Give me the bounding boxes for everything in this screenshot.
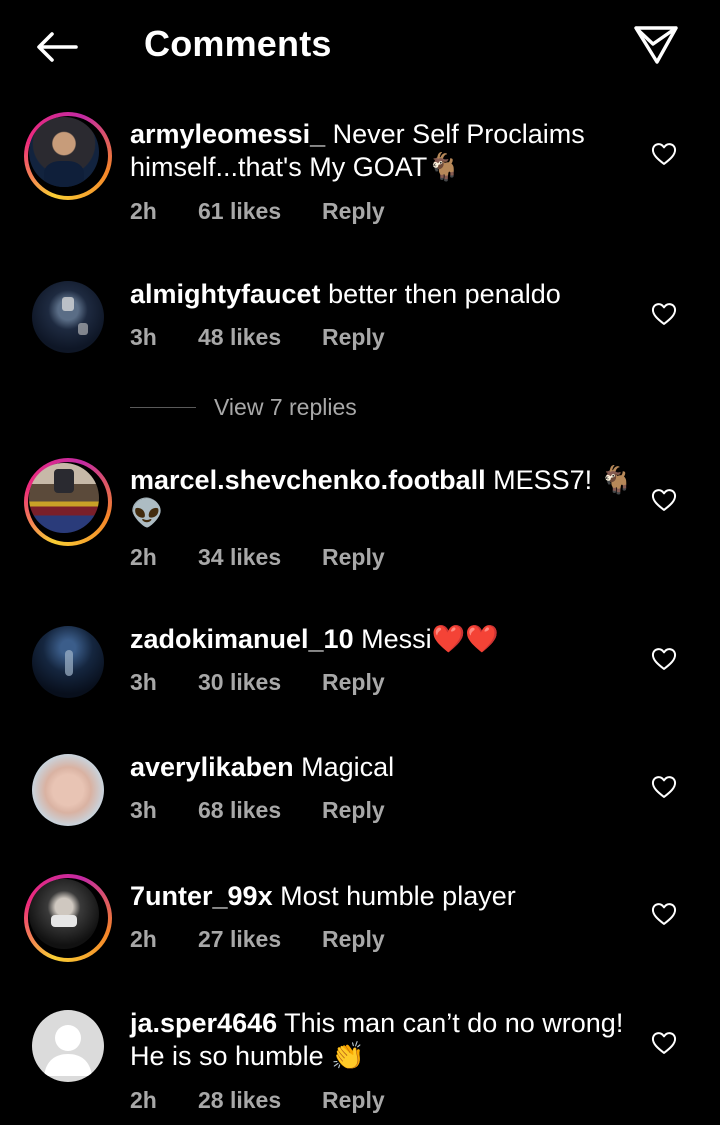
comment-time: 3h	[130, 669, 157, 695]
comment-time: 2h	[130, 544, 157, 570]
heart-icon[interactable]	[650, 900, 678, 928]
default-avatar-icon	[44, 1025, 92, 1076]
avatar[interactable]	[24, 112, 112, 200]
avatar[interactable]	[24, 458, 112, 546]
heart-icon[interactable]	[650, 300, 678, 328]
comment-meta: 2h 34 likes Reply	[130, 544, 385, 571]
comment-username[interactable]: ja.sper4646	[130, 1008, 277, 1038]
comment-time: 2h	[130, 926, 157, 952]
reply-button[interactable]: Reply	[322, 198, 385, 225]
comment-text: armyleomessi_ Never Self Proclaims himse…	[130, 118, 635, 184]
comment-likes[interactable]: 27 likes	[198, 926, 322, 953]
comment-username[interactable]: zadokimanuel_10	[130, 624, 354, 654]
comment-username[interactable]: marcel.shevchenko.football	[130, 465, 486, 495]
comment-text: almightyfaucet better then penaldo	[130, 278, 635, 311]
reply-button[interactable]: Reply	[322, 926, 385, 953]
comment-meta: 3h 48 likes Reply	[130, 324, 385, 351]
heart-icon[interactable]	[650, 1029, 678, 1057]
comment-text: 7unter_99x Most humble player	[130, 880, 635, 913]
send-icon	[634, 26, 678, 64]
avatar[interactable]	[24, 874, 112, 962]
comment-likes[interactable]: 61 likes	[198, 198, 322, 225]
comment-username[interactable]: 7unter_99x	[130, 881, 273, 911]
page-title: Comments	[144, 23, 332, 64]
share-button[interactable]	[628, 22, 684, 68]
view-replies-button[interactable]: View 7 replies	[130, 392, 357, 422]
comment-body: Most humble player	[280, 881, 516, 911]
comment-username[interactable]: averylikaben	[130, 752, 294, 782]
comment-time: 2h	[130, 198, 157, 224]
header: Comments	[0, 0, 720, 92]
comment-meta: 3h 68 likes Reply	[130, 797, 385, 824]
comment-likes[interactable]: 28 likes	[198, 1087, 322, 1114]
comment-likes[interactable]: 48 likes	[198, 324, 322, 351]
comment-body: Messi❤️❤️	[361, 624, 499, 654]
avatar[interactable]	[32, 1010, 104, 1082]
reply-button[interactable]: Reply	[322, 324, 385, 351]
reply-button[interactable]: Reply	[322, 797, 385, 824]
comment-text: ja.sper4646 This man can’t do no wrong! …	[130, 1007, 635, 1073]
comment-likes[interactable]: 30 likes	[198, 669, 322, 696]
comment-time: 2h	[130, 1087, 157, 1113]
heart-icon[interactable]	[650, 140, 678, 168]
replies-divider	[130, 406, 196, 408]
comment-text: marcel.shevchenko.football MESS7! 🐐 👽	[130, 464, 635, 530]
comment-meta: 2h 28 likes Reply	[130, 1087, 385, 1114]
avatar[interactable]	[32, 281, 104, 353]
comment-likes[interactable]: 68 likes	[198, 797, 322, 824]
avatar[interactable]	[32, 626, 104, 698]
comment-body: better then penaldo	[328, 279, 561, 309]
comment-time: 3h	[130, 324, 157, 350]
comment-username[interactable]: almightyfaucet	[130, 279, 321, 309]
comment-time: 3h	[130, 797, 157, 823]
view-replies-label: View 7 replies	[214, 393, 357, 420]
reply-button[interactable]: Reply	[322, 1087, 385, 1114]
heart-icon[interactable]	[650, 486, 678, 514]
back-button[interactable]	[28, 24, 84, 70]
heart-icon[interactable]	[650, 773, 678, 801]
avatar[interactable]	[32, 754, 104, 826]
reply-button[interactable]: Reply	[322, 544, 385, 571]
comment-likes[interactable]: 34 likes	[198, 544, 322, 571]
back-arrow-icon	[37, 32, 78, 62]
comment-meta: 3h 30 likes Reply	[130, 669, 385, 696]
comment-username[interactable]: armyleomessi_	[130, 119, 325, 149]
reply-button[interactable]: Reply	[322, 669, 385, 696]
comment-meta: 2h 27 likes Reply	[130, 926, 385, 953]
comment-text: zadokimanuel_10 Messi❤️❤️	[130, 623, 635, 656]
comment-body: Magical	[301, 752, 395, 782]
heart-icon[interactable]	[650, 645, 678, 673]
comment-meta: 2h 61 likes Reply	[130, 198, 385, 225]
comment-text: averylikaben Magical	[130, 751, 635, 784]
